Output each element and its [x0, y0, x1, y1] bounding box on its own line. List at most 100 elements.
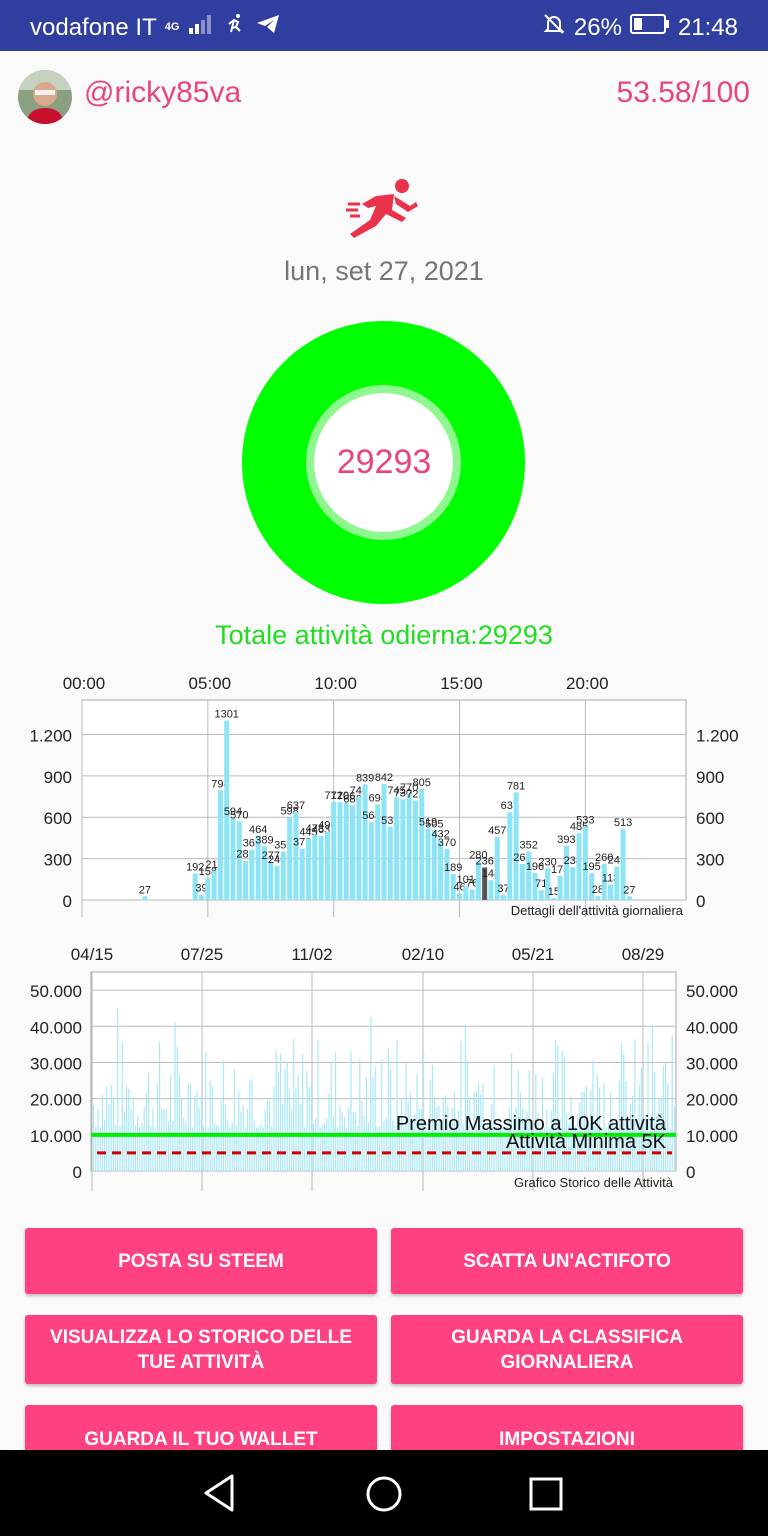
- history-bar: [284, 1069, 286, 1171]
- daily-bar: [274, 866, 280, 900]
- daily-bar-label: 570: [230, 809, 248, 821]
- history-bar: [673, 1106, 675, 1171]
- daily-bar: [456, 893, 463, 900]
- y-tick-label-right: 0: [686, 1163, 695, 1182]
- history-bar: [134, 1125, 136, 1171]
- history-bar: [141, 1122, 143, 1171]
- history-chart-description: Grafico Storico delle Attività: [514, 1175, 674, 1190]
- view-history-button[interactable]: VISUALIZZA LO STORICO DELLE TUE ATTIVITÀ: [25, 1315, 377, 1384]
- daily-bar-label: 393: [557, 834, 575, 846]
- daily-bar-label: 27: [139, 884, 151, 896]
- daily-bar: [400, 799, 406, 900]
- user-score: 53.58/100: [616, 76, 750, 109]
- history-bar: [390, 1068, 392, 1171]
- history-bar: [148, 1073, 150, 1171]
- history-bar: [667, 1083, 669, 1171]
- daily-bar: [199, 894, 205, 900]
- runner-icon: [346, 176, 422, 242]
- history-bar: [163, 1109, 165, 1171]
- history-bar: [174, 1022, 176, 1171]
- history-bar: [374, 1066, 376, 1171]
- daily-bar: [362, 784, 368, 900]
- daily-bar: [331, 801, 337, 900]
- navigation-bar: [0, 1450, 768, 1536]
- history-bar: [150, 1125, 152, 1171]
- history-bar: [277, 1071, 279, 1171]
- y-tick-label-right: 50.000: [686, 982, 738, 1001]
- username[interactable]: @ricky85va: [84, 76, 241, 110]
- daily-bar: [570, 867, 576, 900]
- daily-bar: [595, 896, 601, 900]
- history-bar: [156, 1083, 158, 1171]
- daily-bar: [438, 840, 444, 900]
- post-to-steem-button[interactable]: POSTA SU STEEM: [25, 1228, 377, 1294]
- daily-bar-label: 842: [375, 772, 393, 784]
- x-tick-label: 02/10: [402, 945, 445, 964]
- take-actifoto-button[interactable]: SCATTA UN'ACTIFOTO: [391, 1228, 743, 1294]
- daily-bar: [280, 851, 286, 900]
- daily-bar: [406, 793, 412, 900]
- daily-bar: [350, 805, 356, 900]
- daily-bar-label: 513: [614, 817, 632, 829]
- daily-bar: [287, 817, 293, 900]
- history-bar: [251, 1079, 253, 1171]
- y-tick-label-right: 30.000: [686, 1054, 738, 1073]
- history-bar: [106, 1086, 108, 1171]
- daily-bar: [614, 866, 620, 900]
- daily-bar: [211, 870, 217, 900]
- daily-bar: [557, 876, 563, 900]
- history-bar: [143, 1106, 145, 1171]
- history-bar: [297, 1074, 299, 1171]
- history-bar: [137, 1115, 139, 1171]
- daily-bar: [412, 800, 418, 900]
- daily-bar: [444, 848, 450, 900]
- history-bar: [115, 1124, 117, 1171]
- history-bar: [214, 1122, 216, 1171]
- daily-bar-label: 781: [507, 780, 525, 792]
- history-bar: [302, 1054, 304, 1171]
- history-bar: [167, 1121, 169, 1171]
- avatar[interactable]: [18, 70, 72, 124]
- y-tick-label-left: 0: [63, 892, 72, 911]
- daily-bar: [356, 796, 362, 900]
- x-tick-label: 04/15: [71, 945, 114, 964]
- history-bar: [288, 1089, 290, 1171]
- recent-apps-icon[interactable]: [528, 1476, 564, 1517]
- daily-bar: [519, 864, 525, 900]
- home-icon[interactable]: [364, 1474, 404, 1519]
- x-tick-label: 07/25: [181, 945, 224, 964]
- y-tick-label-right: 20.000: [686, 1091, 738, 1110]
- daily-bar: [419, 788, 425, 900]
- daily-bar-label: 1301: [214, 709, 238, 721]
- history-bar: [183, 1117, 185, 1171]
- history-bar: [341, 1112, 343, 1171]
- history-bar: [172, 1120, 174, 1171]
- history-bar: [128, 1088, 130, 1171]
- daily-bar-label: 805: [413, 777, 431, 789]
- history-bar: [211, 1086, 213, 1171]
- history-bar: [352, 1112, 354, 1171]
- history-bar: [299, 1103, 301, 1171]
- x-tick-label: 15:00: [440, 674, 483, 693]
- history-bar: [198, 1107, 200, 1171]
- x-tick-label: 20:00: [566, 674, 609, 693]
- history-bar: [332, 1116, 334, 1171]
- daily-bar: [425, 828, 431, 900]
- history-bar: [310, 1084, 312, 1171]
- daily-bar: [607, 884, 614, 900]
- back-icon[interactable]: [200, 1472, 240, 1519]
- daily-bar: [299, 848, 305, 900]
- history-bar: [152, 1108, 154, 1171]
- history-bar: [350, 1051, 352, 1171]
- history-bar: [216, 1124, 218, 1171]
- daily-bar: [394, 797, 400, 900]
- history-bar: [145, 1093, 147, 1171]
- daily-bar: [205, 878, 211, 900]
- daily-bar: [507, 812, 513, 900]
- history-bar: [227, 1120, 229, 1171]
- daily-leaderboard-button[interactable]: GUARDA LA CLASSIFICA GIORNALIERA: [391, 1315, 743, 1384]
- history-bar: [383, 1120, 385, 1171]
- history-bar: [363, 1116, 365, 1171]
- history-bar: [295, 1087, 297, 1171]
- history-bar: [110, 1085, 112, 1171]
